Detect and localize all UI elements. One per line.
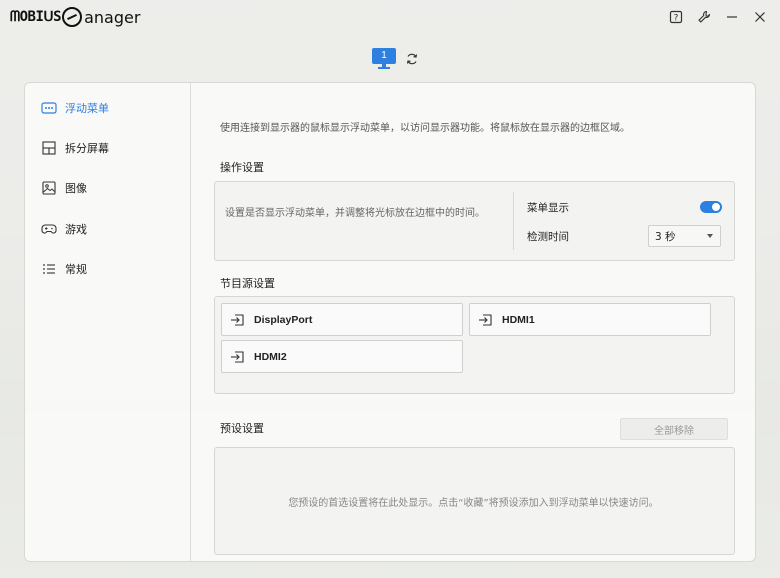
input-source-icon: [230, 313, 244, 326]
list-icon: [41, 261, 57, 277]
gamepad-icon: [41, 221, 57, 237]
sidebar-item-label: 浮动菜单: [65, 102, 109, 115]
wrench-icon[interactable]: [692, 6, 716, 28]
logo-word: anager: [84, 7, 141, 27]
sidebar: 浮动菜单 拆分屏幕 图像 游戏 常规: [25, 83, 191, 561]
detect-time-label: 检测时间: [527, 231, 569, 243]
app-window: ᗰOBIᑌS anager ? 1 浮动菜单 拆分屏幕 图像 游戏 常规 使用连…: [0, 0, 780, 578]
source-settings-title: 节目源设置: [220, 277, 275, 290]
sidebar-item-label: 拆分屏幕: [65, 142, 109, 155]
detect-time-select[interactable]: 3 秒: [648, 225, 721, 247]
content-area: 使用连接到显示器的鼠标显示浮动菜单，以访问显示器功能。将鼠标放在显示器的边框区域…: [192, 83, 755, 561]
input-source-icon: [478, 313, 492, 326]
title-bar: ᗰOBIᑌS anager ?: [0, 0, 780, 34]
page-description: 使用连接到显示器的鼠标显示浮动菜单，以访问显示器功能。将鼠标放在显示器的边框区域…: [220, 123, 630, 134]
app-logo: ᗰOBIᑌS anager: [10, 7, 141, 27]
window-controls: ?: [664, 6, 772, 28]
menu-display-toggle[interactable]: [700, 201, 722, 213]
source-displayport-button[interactable]: DisplayPort: [221, 303, 463, 336]
chevron-down-icon: [707, 234, 713, 238]
sidebar-item-label: 游戏: [65, 223, 87, 236]
source-label: DisplayPort: [254, 313, 313, 326]
source-hdmi1-button[interactable]: HDMI1: [469, 303, 711, 336]
split-screen-icon: [41, 140, 57, 156]
menu-display-label: 菜单显示: [527, 202, 569, 214]
sidebar-item-general[interactable]: 常规: [25, 252, 191, 286]
sidebar-item-floating-menu[interactable]: 浮动菜单: [25, 91, 191, 125]
main-panel: 浮动菜单 拆分屏幕 图像 游戏 常规 使用连接到显示器的鼠标显示浮动菜单，以访问…: [24, 82, 756, 562]
sidebar-item-split-screen[interactable]: 拆分屏幕: [25, 131, 191, 165]
operation-settings-text: 设置是否显示浮动菜单，并调整将光标放在边框中的时间。: [225, 208, 485, 219]
image-icon: [41, 180, 57, 196]
divider: [513, 192, 514, 250]
detect-time-value: 3 秒: [655, 230, 676, 243]
help-icon[interactable]: ?: [664, 6, 688, 28]
sidebar-item-label: 常规: [65, 263, 87, 276]
source-hdmi2-button[interactable]: HDMI2: [221, 340, 463, 373]
sidebar-item-label: 图像: [65, 182, 87, 195]
sidebar-item-game[interactable]: 游戏: [25, 212, 191, 246]
close-icon[interactable]: [748, 6, 772, 28]
monitor-number: 1: [372, 48, 396, 64]
preset-settings-title: 预设设置: [220, 422, 264, 435]
refresh-icon[interactable]: [404, 51, 420, 67]
preset-empty-text: 您预设的首选设置将在此处显示。点击“收藏”将预设添加入到浮动菜单以快速访问。: [288, 498, 659, 509]
clear-all-button[interactable]: 全部移除: [620, 418, 728, 440]
svg-text:?: ?: [674, 14, 679, 24]
monitor-1-icon[interactable]: 1: [372, 48, 396, 70]
minimize-icon[interactable]: [720, 6, 744, 28]
preset-empty-box: 您预设的首选设置将在此处显示。点击“收藏”将预设添加入到浮动菜单以快速访问。: [214, 447, 735, 555]
floating-menu-icon: [41, 100, 57, 116]
operation-settings-box: 设置是否显示浮动菜单，并调整将光标放在边框中的时间。 菜单显示 检测时间 3 秒: [214, 181, 735, 261]
source-label: HDMI1: [502, 313, 535, 326]
input-source-icon: [230, 350, 244, 363]
sidebar-item-image[interactable]: 图像: [25, 171, 191, 205]
source-settings-box: DisplayPort HDMI1 HDMI2: [214, 296, 735, 394]
operation-settings-title: 操作设置: [220, 161, 264, 174]
source-label: HDMI2: [254, 350, 287, 363]
monitor-selector: 1: [372, 48, 420, 70]
